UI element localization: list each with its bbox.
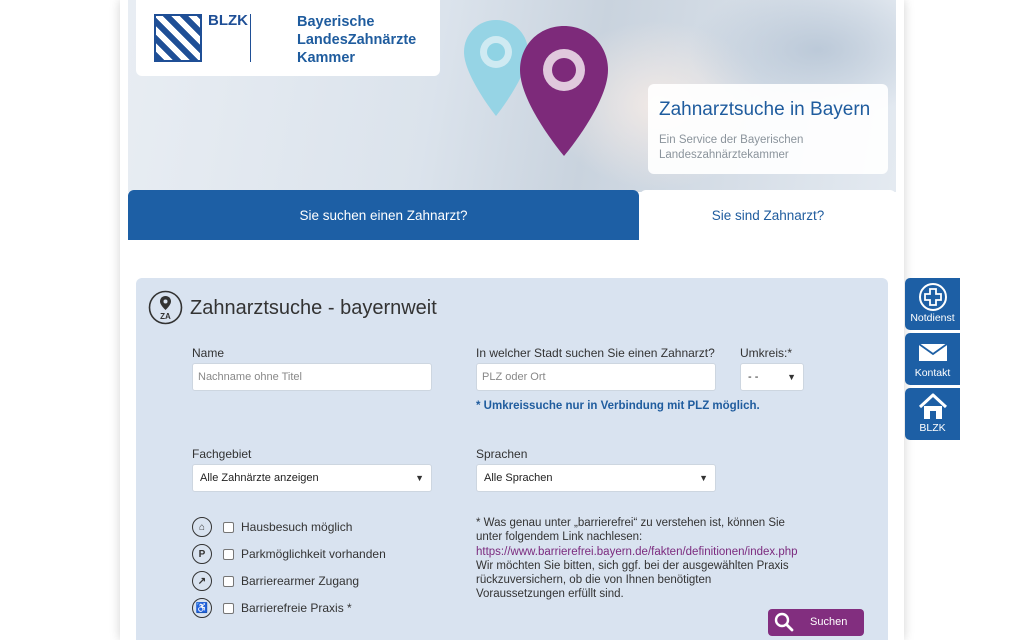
logo-name-line-2: LandesZahnärzte — [297, 32, 417, 48]
low-barrier-label: Barrierearmer Zugang — [241, 574, 360, 588]
barrier-free-link[interactable]: https://www.barrierefrei.bayern.de/fakte… — [476, 546, 798, 558]
info-text-2: Wir möchten Sie bitten, sich ggf. bei de… — [476, 559, 789, 601]
field-select[interactable]: Alle Zahnärzte anzeigen ▼ — [192, 464, 432, 492]
tab-search-dentist[interactable]: Sie suchen einen Zahnarzt? — [128, 190, 639, 240]
field-select-value: Alle Zahnärzte anzeigen — [200, 472, 319, 484]
house-visit-label: Hausbesuch möglich — [241, 520, 353, 534]
page-subtitle: Ein Service der Bayerischen Landeszahnär… — [659, 134, 804, 161]
wheelchair-icon: ♿ — [192, 598, 212, 618]
languages-select[interactable]: Alle Sprachen ▼ — [476, 464, 716, 492]
radius-select[interactable]: - - ▼ — [740, 363, 804, 391]
info-text-1: * Was genau unter „barrierefrei“ zu vers… — [476, 517, 785, 544]
tab-are-you-dentist[interactable]: Sie sind Zahnarzt? — [640, 190, 896, 240]
side-notdienst-button[interactable]: Notdienst — [905, 278, 960, 330]
city-input[interactable]: PLZ oder Ort — [476, 363, 716, 391]
panel-icon-text: ZA — [160, 312, 171, 321]
house-visit-checkbox[interactable] — [223, 521, 234, 533]
location-pin-purple-icon — [520, 26, 608, 156]
barrier-free-info: * Was genau unter „barrierefrei“ zu vers… — [476, 516, 798, 602]
plus-cross-icon — [919, 283, 947, 311]
name-input[interactable]: Nachname ohne Titel — [192, 363, 432, 391]
low-barrier-icon: ↗ — [192, 571, 212, 591]
side-kontakt-label: Kontakt — [914, 367, 951, 379]
option-house-visit: ⌂ Hausbesuch möglich — [192, 516, 352, 538]
barrier-free-label: Barrierefreie Praxis * — [241, 601, 352, 615]
logo-name-line-3: Kammer — [297, 50, 356, 66]
name-label: Name — [192, 346, 225, 360]
house-visit-icon: ⌂ — [192, 517, 212, 537]
search-button-label: Suchen — [810, 616, 848, 628]
side-notdienst-label: Notdienst — [910, 312, 955, 324]
low-barrier-checkbox[interactable] — [223, 575, 234, 587]
languages-select-value: Alle Sprachen — [484, 472, 553, 484]
logo-organization-name: Bayerische LandesZahnärzte Kammer — [297, 13, 416, 67]
parking-checkbox[interactable] — [223, 548, 234, 560]
side-blzk-label: BLZK — [919, 422, 946, 434]
parking-icon: P — [192, 544, 212, 564]
barrier-free-checkbox[interactable] — [223, 602, 234, 614]
page-title: Zahnarztsuche in Bayern — [659, 99, 871, 120]
search-panel-title: Zahnarztsuche - bayernweit — [190, 297, 437, 319]
dentist-location-icon: ZA — [148, 290, 183, 325]
option-parking: P Parkmöglichkeit vorhanden — [192, 543, 386, 565]
languages-label: Sprachen — [476, 447, 528, 461]
logo-name-line-1: Bayerische — [297, 14, 375, 30]
field-label: Fachgebiet — [192, 447, 252, 461]
hero-title-card: Zahnarztsuche in Bayern Ein Service der … — [648, 84, 888, 174]
house-icon — [918, 393, 948, 419]
side-kontakt-button[interactable]: Kontakt — [905, 333, 960, 385]
chevron-down-icon: ▼ — [415, 473, 424, 483]
radius-note: * Umkreissuche nur in Verbindung mit PLZ… — [476, 400, 760, 412]
parking-label: Parkmöglichkeit vorhanden — [241, 547, 386, 561]
search-icon — [774, 612, 794, 632]
bavarian-flag-logo-icon — [154, 14, 202, 62]
radius-select-value: - - — [748, 371, 759, 383]
logo-abbreviation: BLZK — [208, 12, 248, 29]
option-low-barrier: ↗ Barrierearmer Zugang — [192, 570, 359, 592]
envelope-icon — [918, 343, 948, 361]
radius-label: Umkreis:* — [740, 346, 793, 360]
logo-divider — [250, 14, 251, 62]
side-blzk-button[interactable]: BLZK — [905, 388, 960, 440]
city-label: In welcher Stadt suchen Sie einen Zahnar… — [476, 346, 715, 360]
option-barrier-free: ♿ Barrierefreie Praxis * — [192, 597, 352, 619]
search-button[interactable]: Suchen — [768, 609, 864, 636]
chevron-down-icon: ▼ — [787, 372, 796, 382]
chevron-down-icon: ▼ — [699, 473, 708, 483]
